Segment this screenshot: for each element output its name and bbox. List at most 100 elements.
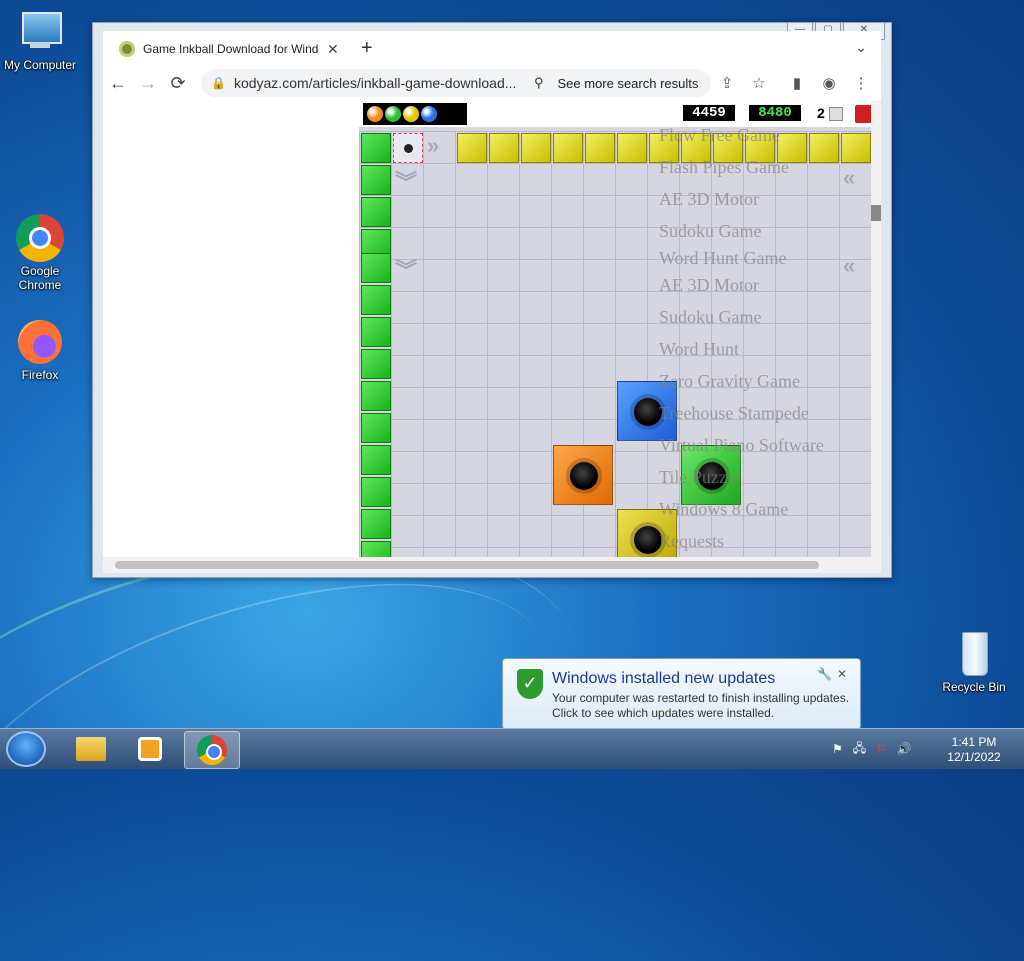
- ball-queue: [363, 103, 467, 125]
- profile-avatar-icon[interactable]: ◉: [813, 74, 845, 92]
- wall-tile: [361, 381, 391, 411]
- related-game-link[interactable]: Virtual Piano Software: [659, 429, 879, 461]
- wall-tile: [361, 477, 391, 507]
- wall-tile: [361, 165, 391, 195]
- bookmark-star-icon[interactable]: ☆: [743, 74, 775, 92]
- related-game-link[interactable]: Requests: [659, 525, 879, 557]
- notification-body: Your computer was restarted to finish in…: [552, 691, 852, 721]
- wall-tile: [361, 349, 391, 379]
- start-button[interactable]: [6, 731, 46, 767]
- related-game-link[interactable]: Zero Gravity Game: [659, 365, 879, 397]
- ball-spawn-tile: [393, 133, 423, 163]
- chevron-right-icon: »: [427, 133, 440, 158]
- network-icon[interactable]: 🖧: [853, 739, 866, 760]
- action-center-icon[interactable]: ⚑: [832, 742, 843, 756]
- desktop-icon-firefox[interactable]: Firefox: [0, 318, 80, 382]
- system-clock[interactable]: 1:41 PM 12/1/2022: [944, 735, 1004, 765]
- taskbar-media-player-button[interactable]: [124, 731, 178, 767]
- desktop-icon-label: My Computer: [3, 58, 77, 72]
- tab-title: Game Inkball Download for Windows: [143, 42, 319, 56]
- wall-tile: [361, 413, 391, 443]
- shield-check-icon: ✓: [517, 669, 543, 699]
- horizontal-scroll-thumb[interactable]: [115, 561, 819, 569]
- search-results-chip[interactable]: See more search results: [557, 76, 698, 91]
- reload-button[interactable]: ⟳: [163, 73, 193, 94]
- search-icon: ⚲: [533, 75, 544, 90]
- related-game-link[interactable]: Word Hunt: [659, 333, 879, 365]
- recycle-bin-icon: [950, 630, 998, 678]
- wall-tile: [489, 133, 519, 163]
- wall-tile: [361, 541, 391, 557]
- ball-icon: [385, 106, 401, 122]
- notification-options-icon[interactable]: 🔧: [817, 667, 832, 681]
- folder-icon: [76, 737, 106, 761]
- side-panel-icon[interactable]: ▮: [781, 74, 813, 92]
- notification-title: Windows installed new updates: [552, 670, 776, 687]
- site-favicon-icon: [119, 41, 135, 57]
- browser-toolbar: ← → ⟳ 🔒 kodyaz.com/articles/inkball-game…: [103, 65, 881, 101]
- tab-search-button[interactable]: ⌄: [855, 39, 867, 56]
- related-game-link[interactable]: Sudoku Game: [659, 215, 879, 247]
- tab-close-icon[interactable]: ✕: [327, 41, 339, 58]
- address-bar[interactable]: 🔒 kodyaz.com/articles/inkball-game-downl…: [201, 69, 711, 97]
- notification-close-icon[interactable]: ✕: [837, 667, 847, 681]
- volume-icon[interactable]: 🔊: [897, 742, 912, 756]
- related-game-link[interactable]: Windows 8 Game: [659, 493, 879, 525]
- related-game-link[interactable]: Flow Free Game: [659, 119, 879, 151]
- horizontal-scrollbar[interactable]: [103, 557, 881, 573]
- tab-inkball[interactable]: Game Inkball Download for Windows ✕: [107, 33, 343, 65]
- share-icon[interactable]: ⇪: [711, 74, 743, 92]
- related-game-link[interactable]: Sudoku Game: [659, 301, 879, 333]
- wall-tile: [521, 133, 551, 163]
- wall-tile: [361, 253, 391, 283]
- related-game-link[interactable]: Tile Puzzle: [659, 461, 879, 493]
- clock-date: 12/1/2022: [947, 750, 1001, 764]
- desktop-icon-label: Google Chrome: [18, 264, 62, 292]
- back-button[interactable]: ←: [103, 73, 133, 94]
- wall-tile: [361, 445, 391, 475]
- new-tab-button[interactable]: +: [361, 37, 373, 60]
- related-games-list: Flow Free Game Flash Pipes Game AE 3D Mo…: [659, 119, 879, 557]
- computer-icon: [16, 8, 64, 56]
- desktop-icon-label: Firefox: [21, 368, 59, 382]
- forward-button[interactable]: →: [133, 73, 163, 94]
- taskbar-explorer-button[interactable]: [64, 731, 118, 767]
- flag-error-icon[interactable]: ⚐: [876, 742, 887, 756]
- orange-hole: [553, 445, 613, 505]
- related-game-link[interactable]: Flash Pipes Game: [659, 151, 879, 183]
- update-notification[interactable]: ✓ Windows installed new updates Your com…: [502, 658, 861, 730]
- ball-icon: [404, 144, 413, 153]
- clock-time: 1:41 PM: [951, 735, 997, 749]
- related-game-link[interactable]: AE 3D Motor: [659, 183, 879, 215]
- firefox-icon: [16, 318, 64, 366]
- desktop-icon-google-chrome[interactable]: Google Chrome: [0, 214, 80, 292]
- media-player-icon: [138, 737, 162, 761]
- browser-window: — ▢ ✕ Game Inkball Download for Windows …: [92, 22, 892, 578]
- related-game-link[interactable]: Word Hunt Game: [659, 247, 879, 269]
- related-game-link[interactable]: AE 3D Motor: [659, 269, 879, 301]
- menu-kebab-icon[interactable]: ⋮: [845, 74, 877, 92]
- chrome-icon: [16, 214, 64, 262]
- desktop-icon-my-computer[interactable]: My Computer: [0, 8, 80, 72]
- ball-icon: [367, 106, 383, 122]
- system-tray: ⚑ 🖧 ⚐ 🔊: [832, 729, 912, 769]
- taskbar: ⚑ 🖧 ⚐ 🔊 1:41 PM 12/1/2022: [0, 728, 1024, 769]
- wall-tile: [361, 133, 391, 163]
- desktop-icon-recycle-bin[interactable]: Recycle Bin: [934, 630, 1014, 694]
- taskbar-chrome-button[interactable]: [184, 731, 240, 769]
- wall-tile: [585, 133, 615, 163]
- wall-tile: [361, 509, 391, 539]
- notification-line: Your computer was restarted to finish in…: [552, 691, 850, 705]
- desktop-icon-label: Recycle Bin: [942, 680, 1006, 694]
- chrome-center-icon: [206, 744, 222, 760]
- related-game-link[interactable]: Treehouse Stampede: [659, 397, 879, 429]
- wall-tile: [457, 133, 487, 163]
- page-content: 4459 8480 2 » ︾ « ︾ « Flow Free Game Fla…: [103, 101, 881, 557]
- vertical-scrollbar[interactable]: [871, 101, 881, 557]
- lock-icon[interactable]: 🔒: [211, 76, 226, 90]
- chevron-down-icon: ︾: [395, 258, 418, 283]
- vertical-scroll-thumb[interactable]: [871, 205, 881, 221]
- wall-tile: [361, 197, 391, 227]
- notification-line: Click to see which updates were installe…: [552, 706, 775, 720]
- url-text: kodyaz.com/articles/inkball-game-downloa…: [233, 75, 517, 91]
